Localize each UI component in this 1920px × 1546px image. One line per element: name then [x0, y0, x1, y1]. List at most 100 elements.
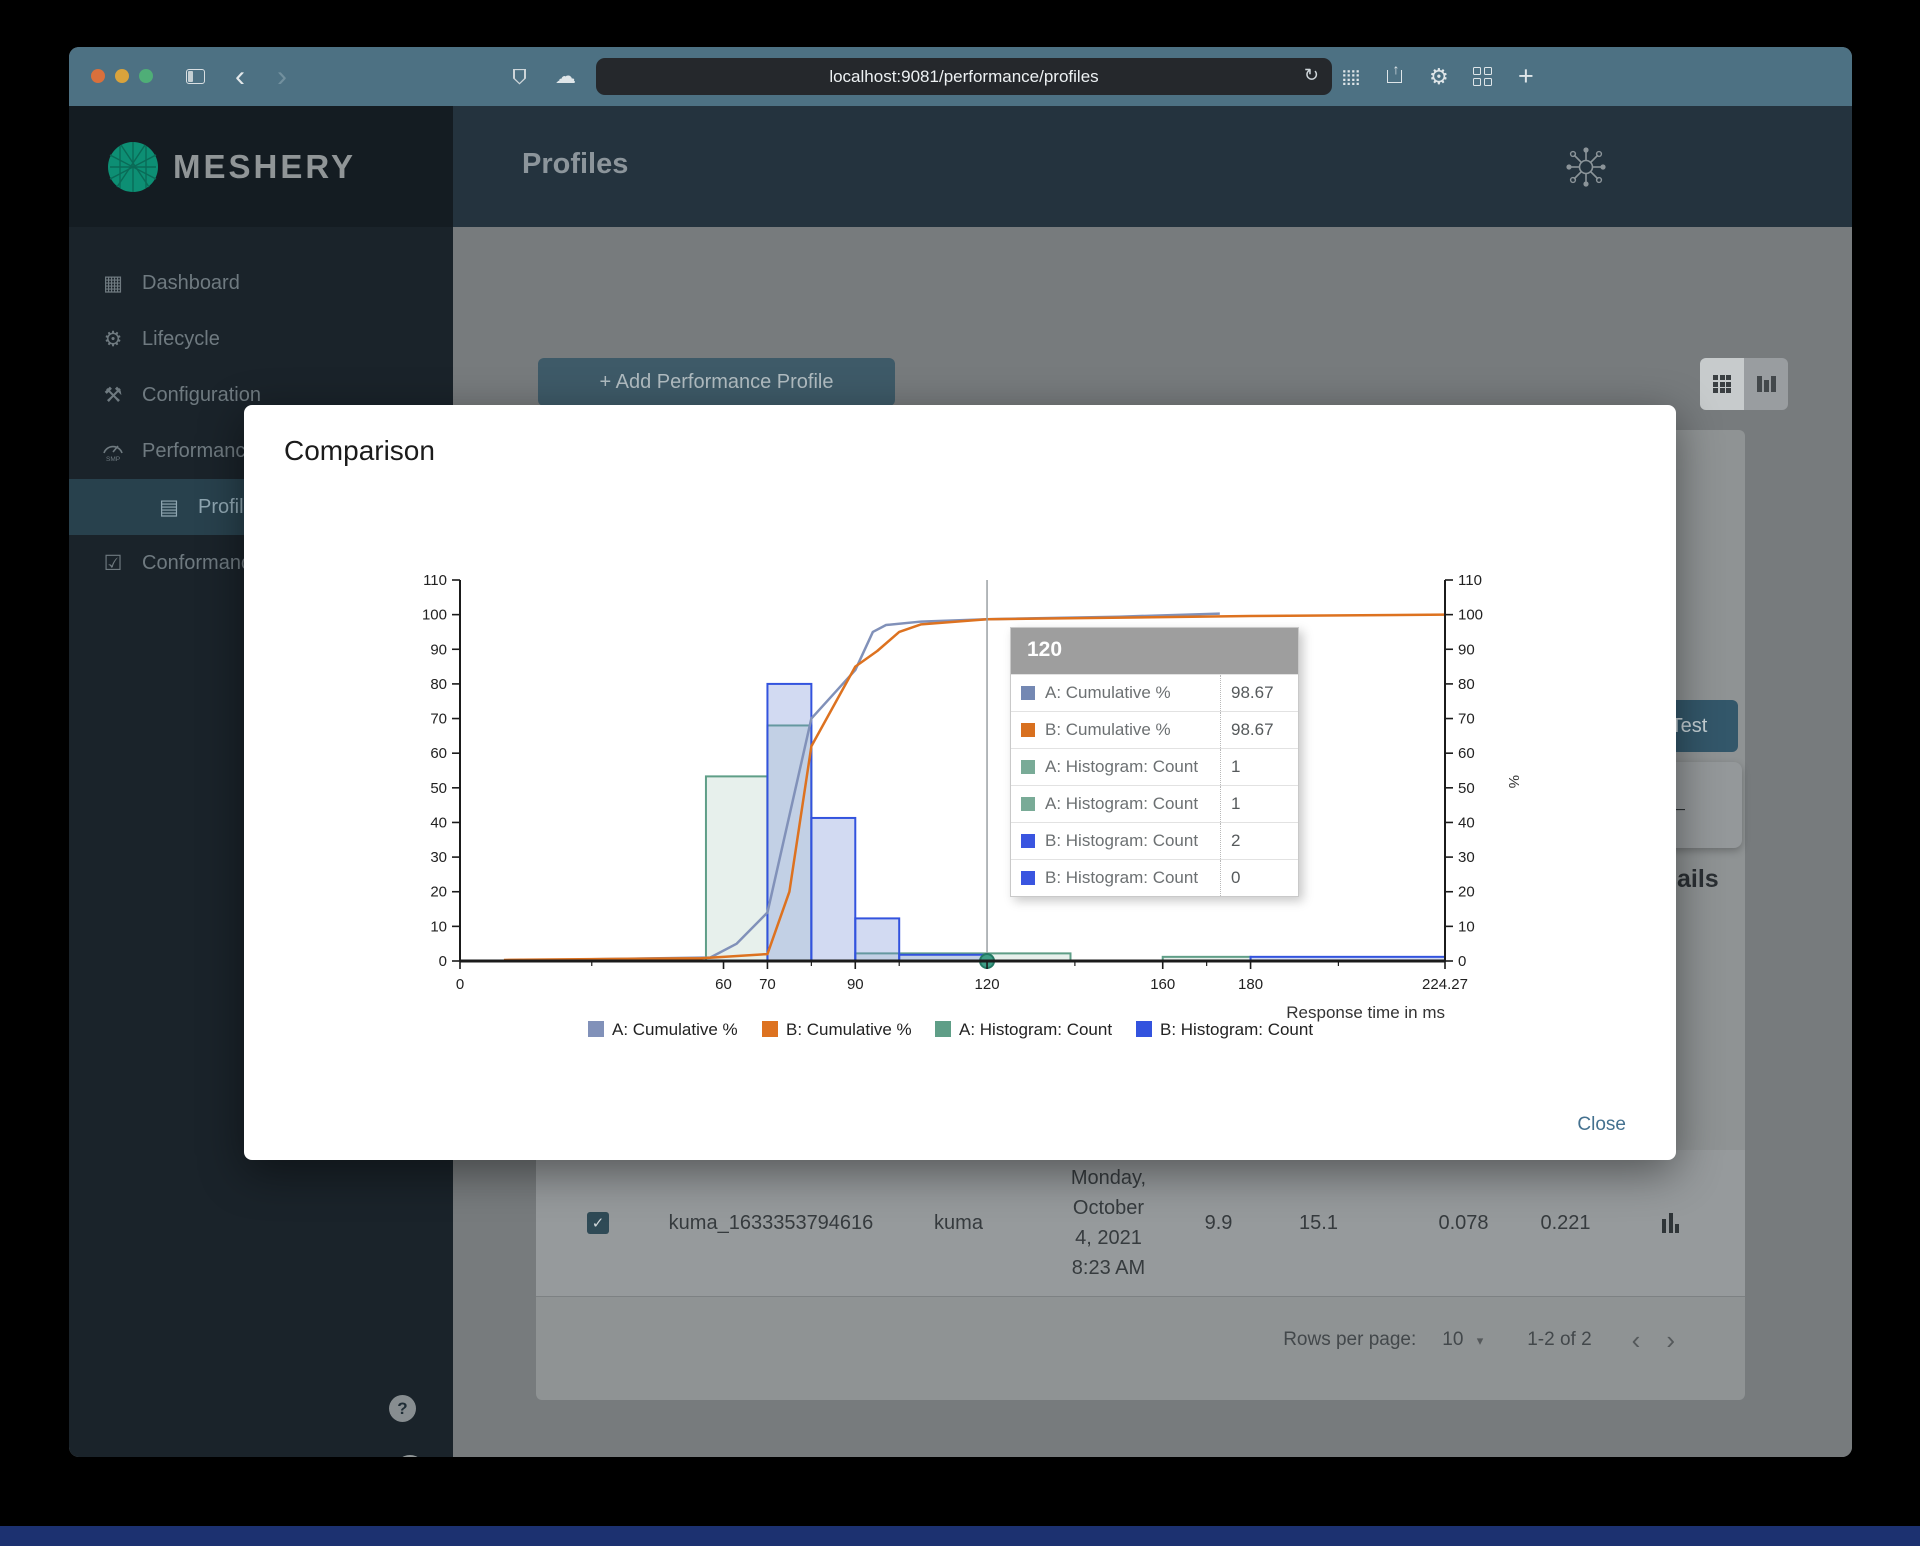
svg-text:10: 10	[1458, 918, 1475, 935]
tooltip-value: 1	[1220, 749, 1298, 785]
table-view-icon	[1756, 376, 1776, 392]
svg-text:20: 20	[1458, 884, 1475, 901]
forward-button[interactable]: ›	[277, 47, 287, 106]
tooltip-swatch	[1021, 723, 1035, 737]
rows-per-page-select[interactable]: 10 ▾	[1442, 1329, 1483, 1351]
tooltip-body: A: Cumulative % 98.67 B: Cumulative % 98.67…	[1011, 674, 1298, 896]
minimize-window-button[interactable]	[115, 69, 129, 83]
histogram-bar	[704, 775, 769, 962]
tooltip-value: 98.67	[1220, 675, 1298, 711]
row-p50-cell: 0.078	[1438, 1211, 1489, 1234]
row-checkbox[interactable]: ✓	[587, 1212, 609, 1234]
share-icon[interactable]: ↑	[1387, 47, 1402, 106]
chevron-down-icon: ▾	[1476, 1333, 1484, 1348]
pagination-footer: Rows per page: 10 ▾ 1-2 of 2 ‹ ›	[536, 1310, 1675, 1370]
tooltip-header: 120	[1011, 628, 1298, 674]
comparison-chart[interactable]: 0 010 1020 2030 3040 4050 5060 6070 7080 8090 9010…	[244, 530, 1676, 1095]
tooltip-row: B: Histogram: Count 2	[1011, 822, 1298, 859]
svg-text:50: 50	[1458, 780, 1475, 797]
browser-sidebar-toggle-icon[interactable]	[186, 47, 205, 106]
grid-view-button[interactable]	[1700, 358, 1744, 410]
bar-chart-icon[interactable]	[1662, 1213, 1679, 1233]
modal-title: Comparison	[284, 435, 435, 466]
add-performance-profile-button[interactable]: + Add Performance Profile	[538, 358, 895, 406]
svg-text:100: 100	[1458, 607, 1483, 624]
tooltip-swatch	[1021, 871, 1035, 885]
sidebar-item-label: Configuration	[142, 383, 261, 406]
cumulative-line	[503, 613, 1446, 962]
close-window-button[interactable]	[91, 69, 105, 83]
page-title: Profiles	[522, 148, 629, 180]
svg-text:110: 110	[423, 572, 447, 589]
browser-window: ‹ › ☁ localhost:9081/performance/profile…	[69, 47, 1852, 1457]
brand-name: MESHERY	[173, 147, 356, 185]
svg-text:0: 0	[1458, 953, 1466, 970]
tooltip-swatch	[1021, 686, 1035, 700]
comparison-modal: Comparison 0 0 10 10 20 20 30 30 40 40 50 50 60 60 70 7…	[244, 405, 1676, 1160]
table-view-button[interactable]	[1744, 358, 1788, 410]
row-qps-cell: 9.9	[1204, 1211, 1233, 1234]
previous-page-button[interactable]: ‹	[1632, 1325, 1641, 1356]
help-button[interactable]: ?	[389, 1395, 416, 1422]
legend-label: A: Cumulative %	[612, 1020, 738, 1039]
cloud-icon[interactable]: ☁	[555, 47, 576, 106]
legend-swatch	[588, 1021, 604, 1037]
legend-label: B: Histogram: Count	[1160, 1020, 1313, 1039]
tooltip-row: B: Histogram: Count 0	[1011, 859, 1298, 896]
svg-text:100: 100	[422, 607, 447, 624]
svg-text:30: 30	[1458, 849, 1475, 866]
view-toggle-group	[1700, 358, 1788, 410]
bottom-accent-strip	[0, 1526, 1920, 1546]
svg-text:0: 0	[439, 953, 447, 970]
histogram-bar	[854, 917, 901, 963]
sidebar-item-dashboard[interactable]: ▦ Dashboard	[69, 255, 453, 311]
svg-text:50: 50	[430, 780, 447, 797]
privacy-shield-icon[interactable]	[513, 47, 526, 106]
mesh-sync-icon[interactable]	[1565, 106, 1607, 227]
tooltip-row: A: Histogram: Count 1	[1011, 748, 1298, 785]
sidebar-item-label: Performance	[142, 439, 257, 462]
svg-text:70: 70	[1458, 711, 1475, 728]
sidebar-item-lifecycle[interactable]: ⚙ Lifecycle	[69, 311, 453, 367]
tooltip-value: 0	[1220, 860, 1298, 896]
date-line: 4, 2021	[1075, 1227, 1142, 1249]
svg-text:80: 80	[430, 676, 447, 693]
svg-text:120: 120	[975, 976, 1000, 993]
extensions-squares-icon[interactable]	[1473, 47, 1492, 106]
zoom-window-button[interactable]	[139, 69, 153, 83]
new-tab-icon[interactable]: +	[1518, 47, 1534, 106]
tooltip-label: A: Cumulative %	[1045, 683, 1171, 702]
tooltip-swatch	[1021, 760, 1035, 774]
svg-text:10: 10	[430, 918, 447, 935]
table-row[interactable]: ✓ kuma_1633353794616 kuma Monday, Octobe…	[536, 1150, 1745, 1296]
url-text: localhost:9081/performance/profiles	[829, 66, 1099, 86]
collapse-sidebar-button[interactable]: ‹	[395, 1455, 425, 1457]
svg-text:90: 90	[847, 976, 864, 993]
profiles-icon: ▤	[159, 495, 179, 519]
tooltip-swatch	[1021, 834, 1035, 848]
legend-swatch	[1136, 1021, 1152, 1037]
legend-label: B: Cumulative %	[786, 1020, 912, 1039]
legend-swatch	[935, 1021, 951, 1037]
reload-icon[interactable]: ↻	[1304, 65, 1319, 86]
svg-text:224.27: 224.27	[1422, 976, 1468, 993]
next-page-button[interactable]: ›	[1666, 1325, 1675, 1356]
svg-text:70: 70	[430, 711, 447, 728]
row-date-cell: Monday, October 4, 2021 8:23 AM	[1041, 1150, 1176, 1296]
address-bar[interactable]: localhost:9081/performance/profiles ↻	[596, 58, 1332, 95]
row-mesh-cell: kuma	[934, 1211, 983, 1234]
legend-label: A: Histogram: Count	[959, 1020, 1112, 1039]
settings-gear-icon[interactable]: ⚙	[1429, 47, 1449, 106]
row-checkbox-cell: ✓	[583, 1150, 613, 1296]
grid-view-icon	[1713, 375, 1731, 393]
close-modal-button[interactable]: Close	[1577, 1114, 1626, 1136]
row-p99-cell: 0.221	[1540, 1211, 1591, 1234]
back-button[interactable]: ‹	[235, 47, 245, 106]
tooltip-swatch	[1021, 797, 1035, 811]
svg-text:90: 90	[430, 641, 447, 658]
svg-text:40: 40	[1458, 814, 1475, 831]
legend-swatch	[762, 1021, 778, 1037]
tooltip-row: A: Histogram: Count 1	[1011, 785, 1298, 822]
tooltip-label: A: Histogram: Count	[1045, 794, 1199, 813]
tab-grid-icon[interactable]: ⣿⣿	[1341, 47, 1361, 106]
